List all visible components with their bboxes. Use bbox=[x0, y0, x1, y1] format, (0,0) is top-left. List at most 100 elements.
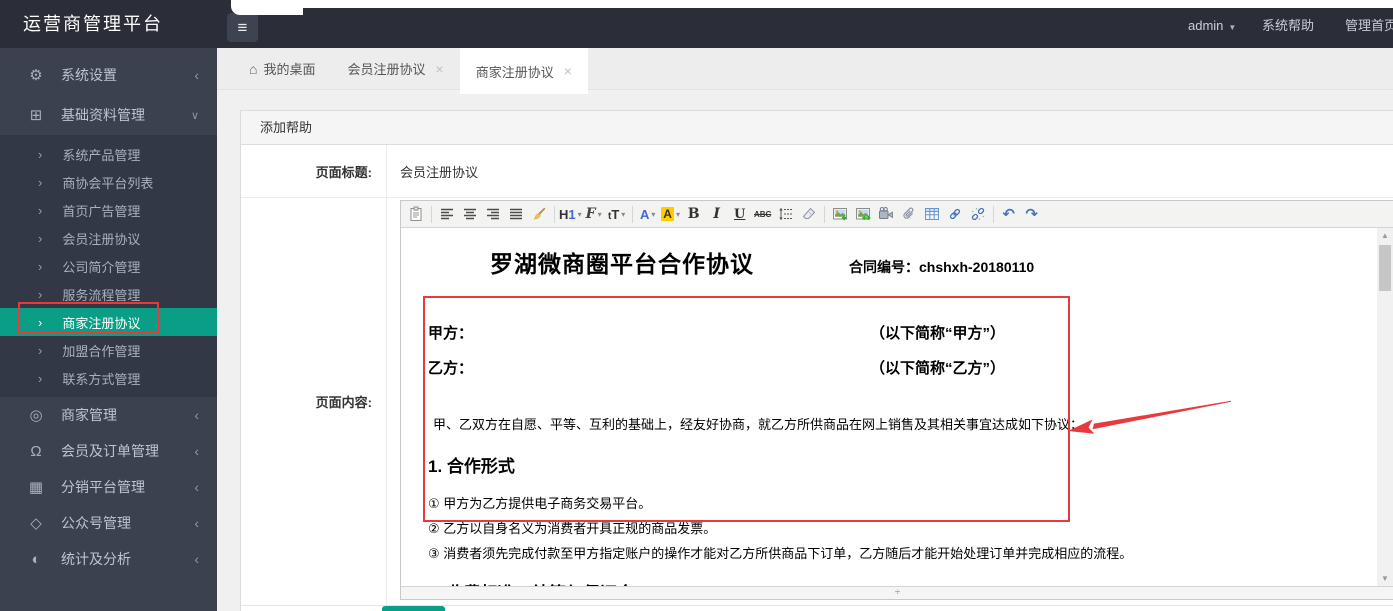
insert-media-button[interactable] bbox=[875, 203, 897, 225]
toolbar-separator bbox=[431, 205, 432, 223]
scroll-down-icon[interactable]: ▼ bbox=[1377, 574, 1393, 583]
subitem-label: 首页广告管理 bbox=[62, 203, 141, 219]
sidebar-subitem-home-ads[interactable]: › 首页广告管理 bbox=[0, 196, 217, 224]
chevron-left-icon: ‹ bbox=[194, 551, 199, 567]
username: admin bbox=[1188, 18, 1224, 33]
subitem-label: 加盟合作管理 bbox=[62, 343, 141, 359]
home-icon: ⌂ bbox=[249, 60, 258, 77]
tab-desktop[interactable]: ⌂ 我的桌面 bbox=[233, 48, 331, 89]
italic-button[interactable]: I bbox=[706, 203, 728, 225]
scrollbar-thumb[interactable] bbox=[1379, 245, 1391, 291]
arrow-right-icon: › bbox=[38, 202, 43, 218]
subitem-label: 服务流程管理 bbox=[62, 287, 141, 303]
tab-label: 会员注册协议 bbox=[347, 62, 426, 77]
resize-grip-icon: ÷ bbox=[894, 587, 901, 598]
unlink-button[interactable] bbox=[967, 203, 989, 225]
chevron-left-icon: ‹ bbox=[194, 515, 199, 531]
insert-table-button[interactable] bbox=[921, 203, 943, 225]
sidebar-item-merchant-mgmt[interactable]: ◎ 商家管理 ‹ bbox=[0, 397, 217, 433]
table-icon bbox=[924, 208, 939, 220]
page-content-label: 页面内容: bbox=[315, 395, 372, 410]
tab-label: 我的桌面 bbox=[263, 62, 316, 77]
line-height-button[interactable] bbox=[775, 203, 797, 225]
editor-resize-handle[interactable]: ÷ bbox=[401, 586, 1393, 599]
editor-content-area[interactable]: 罗湖微商圈平台合作协议 合同编号：chshxh-20180110 甲方： （以下… bbox=[402, 228, 1377, 586]
clause-item: ② 乙方以自身名义为消费者开具正规的商品发票。 bbox=[428, 521, 717, 536]
strikethrough-button[interactable]: ABC bbox=[752, 203, 774, 225]
close-icon[interactable]: × bbox=[564, 63, 572, 79]
sidebar: ⚙ 系统设置 ‹ ⊞ 基础资料管理 ∨ › 系统产品管理 › 商协会平台列表 › 首页… bbox=[0, 48, 217, 611]
party-b-row: 乙方： （以下简称“乙方”） bbox=[428, 357, 1367, 377]
remove-format-button[interactable] bbox=[798, 203, 820, 225]
sidebar-subitem-association-list[interactable]: › 商协会平台列表 bbox=[0, 168, 217, 196]
close-icon[interactable]: × bbox=[436, 61, 444, 77]
toolbar-separator bbox=[992, 205, 994, 223]
chevron-left-icon: ‹ bbox=[194, 67, 199, 83]
toolbar-separator bbox=[823, 205, 825, 223]
tab-member-agreement[interactable]: 会员注册协议 × bbox=[331, 48, 459, 89]
sidebar-item-distribution[interactable]: ▦ 分销平台管理 ‹ bbox=[0, 469, 217, 505]
sidebar-subitem-member-agreement[interactable]: › 会员注册协议 bbox=[0, 224, 217, 252]
dropdown-caret-icon: ▾ bbox=[597, 209, 602, 219]
align-right-icon bbox=[487, 208, 499, 220]
sidebar-subitem-system-products[interactable]: › 系统产品管理 bbox=[0, 140, 217, 168]
sidebar-subitem-contact[interactable]: › 联系方式管理 bbox=[0, 364, 217, 392]
align-right-button[interactable] bbox=[482, 203, 504, 225]
hilitecolor-button[interactable]: A ▾ bbox=[660, 203, 682, 225]
sidebar-subitem-company-profile[interactable]: › 公司简介管理 bbox=[0, 252, 217, 280]
editor-toolbar: H1 ▾ F ▾ tT ▾ A ▾ A ▾ B I U ABC ↶ ↷ bbox=[401, 201, 1393, 228]
subitem-label: 商家注册协议 bbox=[62, 315, 141, 331]
format-brush-button[interactable] bbox=[528, 203, 550, 225]
insert-images-button[interactable] bbox=[852, 203, 874, 225]
sidebar-item-system-settings[interactable]: ⚙ 系统设置 ‹ bbox=[0, 55, 217, 95]
arrow-right-icon: › bbox=[38, 146, 43, 162]
section-2-heading: 2. 收费标准、结算与保证金 bbox=[428, 579, 1367, 586]
browser-edge-artifact bbox=[296, 0, 1393, 8]
underline-button[interactable]: U bbox=[729, 203, 751, 225]
align-justify-button[interactable] bbox=[505, 203, 527, 225]
align-justify-icon bbox=[510, 208, 522, 220]
sidebar-item-stats[interactable]: ◐ 统计及分析 ‹ bbox=[0, 541, 217, 577]
tab-label: 商家注册协议 bbox=[475, 64, 554, 80]
rich-text-editor: H1 ▾ F ▾ tT ▾ A ▾ A ▾ B I U ABC ↶ ↷ 罗湖微商… bbox=[400, 200, 1393, 600]
heading-select[interactable]: H1 ▾ bbox=[559, 203, 582, 225]
redo-button[interactable]: ↷ bbox=[1021, 203, 1043, 225]
user-icon: Ω bbox=[30, 442, 42, 460]
page-title-value[interactable]: 会员注册协议 bbox=[386, 145, 1393, 197]
subitem-label: 联系方式管理 bbox=[62, 371, 141, 387]
app-title: 运营商管理平台 bbox=[23, 14, 163, 34]
editor-scrollbar[interactable]: ▲ ▼ bbox=[1377, 228, 1393, 586]
fontname-select[interactable]: F ▾ bbox=[583, 203, 605, 225]
sidebar-subitem-service-flow[interactable]: › 服务流程管理 bbox=[0, 280, 217, 308]
sidebar-item-basic-data[interactable]: ⊞ 基础资料管理 ∨ bbox=[0, 95, 217, 135]
panel-title: 添加帮助 bbox=[241, 111, 1393, 145]
align-left-button[interactable] bbox=[436, 203, 458, 225]
forecolor-button[interactable]: A ▾ bbox=[637, 203, 659, 225]
align-center-button[interactable] bbox=[459, 203, 481, 225]
sidebar-subitem-merchant-agreement[interactable]: › 商家注册协议 bbox=[0, 308, 217, 336]
subitem-label: 系统产品管理 bbox=[62, 147, 141, 163]
menu-toggle-button[interactable]: ≡ bbox=[227, 13, 258, 42]
chevron-down-icon: ∨ bbox=[190, 109, 199, 122]
source-button[interactable] bbox=[405, 203, 427, 225]
toolbar-separator bbox=[554, 205, 555, 223]
party-b-label: 乙方： bbox=[428, 360, 474, 377]
sidebar-item-wechat[interactable]: ◇ 公众号管理 ‹ bbox=[0, 505, 217, 541]
eraser-icon bbox=[802, 207, 815, 219]
link-button[interactable] bbox=[944, 203, 966, 225]
undo-icon: ↶ bbox=[1002, 206, 1015, 223]
undo-button[interactable]: ↶ bbox=[998, 203, 1020, 225]
fontsize-select[interactable]: tT ▾ bbox=[606, 203, 628, 225]
party-a-note: （以下简称“甲方”） bbox=[870, 325, 1006, 342]
sidebar-item-member-orders[interactable]: Ω 会员及订单管理 ‹ bbox=[0, 433, 217, 469]
clause-item: ③ 消费者须先完成付款至甲方指定账户的操作才能对乙方所供商品下订单，乙方随后才能… bbox=[428, 546, 1133, 561]
scroll-up-icon[interactable]: ▲ bbox=[1377, 231, 1393, 240]
sidebar-subitem-franchise[interactable]: › 加盟合作管理 bbox=[0, 336, 217, 364]
insert-image-button[interactable] bbox=[829, 203, 851, 225]
tab-merchant-agreement[interactable]: 商家注册协议 × bbox=[459, 48, 588, 94]
align-left-icon bbox=[441, 208, 453, 220]
attach-file-button[interactable] bbox=[898, 203, 920, 225]
bold-button[interactable]: B bbox=[683, 203, 705, 225]
submit-button[interactable] bbox=[382, 606, 445, 611]
page-title-row: 页面标题: 会员注册协议 bbox=[241, 145, 1393, 198]
